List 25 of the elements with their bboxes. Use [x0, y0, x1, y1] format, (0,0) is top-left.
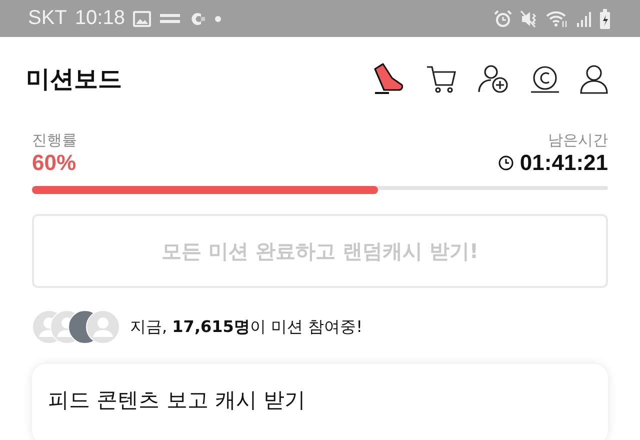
mission-title: 피드 콘텐츠 보고 캐시 받기	[48, 388, 306, 412]
clock-icon	[498, 155, 514, 171]
cart-icon[interactable]	[426, 63, 458, 95]
avatar-icon	[86, 310, 120, 344]
coin-icon[interactable]	[530, 65, 560, 93]
add-person-icon[interactable]	[478, 64, 510, 94]
image-icon	[132, 10, 151, 26]
alarm-clock-icon	[494, 10, 512, 28]
progress-label: 진행률	[32, 131, 77, 150]
progress-percent: 60%	[32, 150, 76, 176]
wifi-icon	[546, 10, 568, 28]
vibrate-mute-icon	[520, 10, 538, 28]
dot-icon	[214, 16, 221, 22]
app-logo-icon	[158, 12, 181, 26]
battery-charging-icon	[600, 8, 610, 28]
carrier-name: SKT	[28, 7, 67, 30]
signal-icon	[576, 10, 592, 28]
remaining-time-label: 남은시간	[548, 131, 608, 150]
mission-card[interactable]: 피드 콘텐츠 보고 캐시 받기	[32, 364, 608, 440]
remaining-time: 01:41:21	[520, 150, 608, 176]
clock-time: 10:18	[74, 7, 125, 30]
c-logo-icon	[188, 10, 207, 26]
profile-icon[interactable]	[580, 64, 608, 94]
page-title: 미션보드	[26, 64, 122, 95]
participants-text: 지금, 17,615명이 미션 참여중!	[130, 316, 363, 338]
